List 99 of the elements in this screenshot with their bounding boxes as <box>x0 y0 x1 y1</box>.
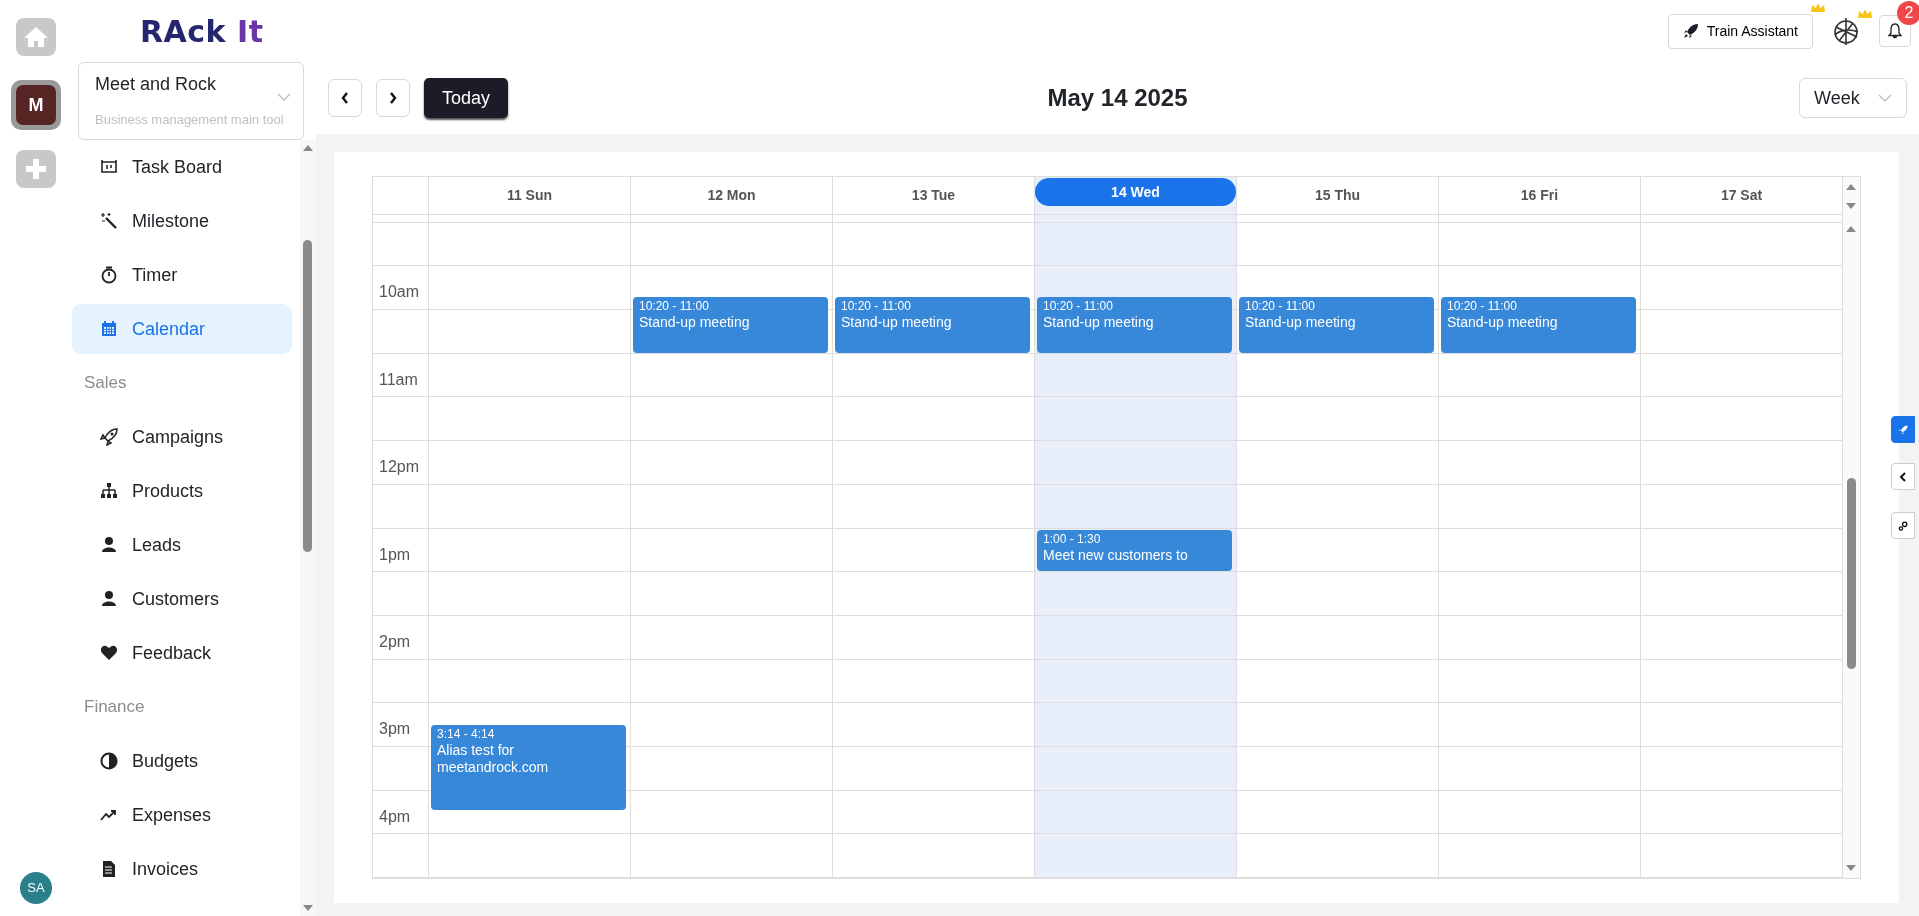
person-icon <box>100 536 118 554</box>
sidebar-item[interactable]: Customers <box>72 574 292 624</box>
section-heading: Finance <box>84 696 145 719</box>
logo-text: It <box>237 13 264 49</box>
calendar-event[interactable]: 10:20 - 11:00 Stand-up meeting <box>633 296 828 353</box>
sidebar-item[interactable]: Timer <box>72 250 292 300</box>
time-label: 4pm <box>378 806 412 827</box>
scrollbar-thumb[interactable] <box>303 240 313 552</box>
sidebar-item[interactable]: Task Board <box>72 142 292 192</box>
scroll-up-icon[interactable] <box>1846 225 1856 232</box>
day-header[interactable]: 12 Mon <box>707 184 756 206</box>
day-header[interactable]: 16 Fri <box>1520 184 1559 206</box>
board-icon <box>100 158 118 176</box>
workspace-avatar[interactable]: M <box>16 85 56 125</box>
day-header[interactable]: 13 Tue <box>911 184 956 206</box>
chevron-left-icon <box>1899 471 1907 482</box>
event-title: Stand-up meeting <box>841 313 953 331</box>
calendar-event[interactable]: 10:20 - 11:00 Stand-up meeting <box>835 296 1030 353</box>
event-title: Stand-up meeting <box>1245 313 1357 331</box>
event-time: 10:20 - 11:00 <box>1043 298 1114 314</box>
day-header[interactable]: 17 Sat <box>1720 184 1763 206</box>
sidebar-item[interactable]: Invoices <box>72 844 292 894</box>
sidebar-item[interactable]: Expenses <box>72 790 292 840</box>
scroll-up-icon[interactable] <box>303 144 314 151</box>
time-label: 2pm <box>378 631 412 652</box>
time-label: 12pm <box>378 457 421 478</box>
sidebar-item[interactable]: Campaigns <box>72 412 292 462</box>
calendar-title: May 14 2025 <box>1047 84 1188 111</box>
event-title: Meet new customers to <box>1043 546 1189 564</box>
sidebar-item[interactable]: Feedback <box>72 628 292 678</box>
sidebar-item[interactable]: Products <box>72 466 292 516</box>
logo-text: RAck <box>140 13 227 49</box>
user-avatar[interactable]: SA <box>20 872 52 904</box>
next-button[interactable] <box>376 79 410 117</box>
calendar-event[interactable]: 10:20 - 11:00 Stand-up meeting <box>1441 296 1636 353</box>
scrollbar[interactable] <box>300 140 316 916</box>
heart-icon <box>100 644 118 662</box>
section-heading: Sales <box>84 372 127 395</box>
contrast-icon <box>100 752 118 770</box>
gears-icon <box>1898 519 1908 532</box>
chevron-down-icon <box>1878 94 1892 102</box>
crown-icon <box>1810 2 1826 13</box>
home-icon <box>23 25 49 49</box>
event-time: 3:14 - 4:14 <box>437 726 496 742</box>
time-label: 3pm <box>378 719 412 740</box>
crown-icon <box>1857 9 1873 19</box>
hierarchy-icon <box>100 482 118 500</box>
rocket-icon <box>100 428 118 446</box>
event-title: Alias test for meetandrock.com <box>437 741 550 776</box>
stopwatch-icon <box>100 266 118 284</box>
view-select[interactable]: Week <box>1799 78 1907 118</box>
scroll-down-icon[interactable] <box>303 905 314 912</box>
scrollbar-thumb[interactable] <box>1847 478 1856 669</box>
organization-selector[interactable]: Meet and Rock Business management main tool <box>78 62 304 140</box>
organization-name: Meet and Rock <box>95 73 218 96</box>
scroll-up-icon[interactable] <box>1846 183 1856 190</box>
time-label: 11am <box>378 369 419 390</box>
calendar-event[interactable]: 1:00 - 1:30 Meet new customers to <box>1037 529 1232 572</box>
rocket-icon <box>1682 23 1699 39</box>
scroll-down-icon[interactable] <box>1846 865 1856 872</box>
assistant-button[interactable] <box>1891 416 1915 443</box>
settings-button[interactable] <box>1891 512 1915 539</box>
calendar-event[interactable]: 3:14 - 4:14 Alias test for meetandrock.com <box>431 724 626 811</box>
sidebar-item[interactable]: Budgets <box>72 736 292 786</box>
notification-badge: 2 <box>1897 1 1919 25</box>
day-header[interactable]: 14 Wed <box>1035 178 1236 206</box>
chevron-left-icon <box>341 92 349 104</box>
magic-wand-icon <box>100 212 118 230</box>
event-time: 1:00 - 1:30 <box>1043 531 1102 547</box>
person-icon <box>100 590 118 608</box>
sidebar-item[interactable]: Milestone <box>72 196 292 246</box>
event-time: 10:20 - 11:00 <box>841 298 912 314</box>
document-icon <box>100 860 118 878</box>
event-title: Stand-up meeting <box>1043 313 1155 331</box>
scribble-logo-icon[interactable] <box>1831 15 1861 47</box>
day-header[interactable]: 11 Sun <box>506 184 553 206</box>
calendar-event[interactable]: 10:20 - 11:00 Stand-up meeting <box>1239 296 1434 353</box>
event-time: 10:20 - 11:00 <box>639 298 710 314</box>
organization-subtitle: Business management main tool <box>95 111 285 129</box>
rocket-icon <box>1898 423 1908 436</box>
calendar-event[interactable]: 10:20 - 11:00 Stand-up meeting <box>1037 296 1232 353</box>
time-label: 10am <box>378 282 421 303</box>
time-label: 1pm <box>378 544 412 565</box>
event-time: 10:20 - 11:00 <box>1245 298 1316 314</box>
sidebar-item[interactable]: Calendar <box>72 304 292 354</box>
day-header[interactable]: 15 Thu <box>1314 184 1361 206</box>
sidebar-item[interactable]: Leads <box>72 520 292 570</box>
today-button[interactable]: Today <box>424 78 509 118</box>
plus-icon <box>24 157 48 181</box>
bell-icon <box>1887 23 1903 39</box>
chevron-right-icon <box>389 92 397 104</box>
scroll-down-icon[interactable] <box>1846 203 1856 210</box>
chevron-down-icon <box>277 93 291 101</box>
calendar-icon <box>100 320 118 338</box>
previous-button[interactable] <box>328 79 362 117</box>
event-time: 10:20 - 11:00 <box>1447 298 1518 314</box>
collapse-button[interactable] <box>1891 463 1915 490</box>
event-title: Stand-up meeting <box>639 313 751 331</box>
event-title: Stand-up meeting <box>1447 313 1559 331</box>
